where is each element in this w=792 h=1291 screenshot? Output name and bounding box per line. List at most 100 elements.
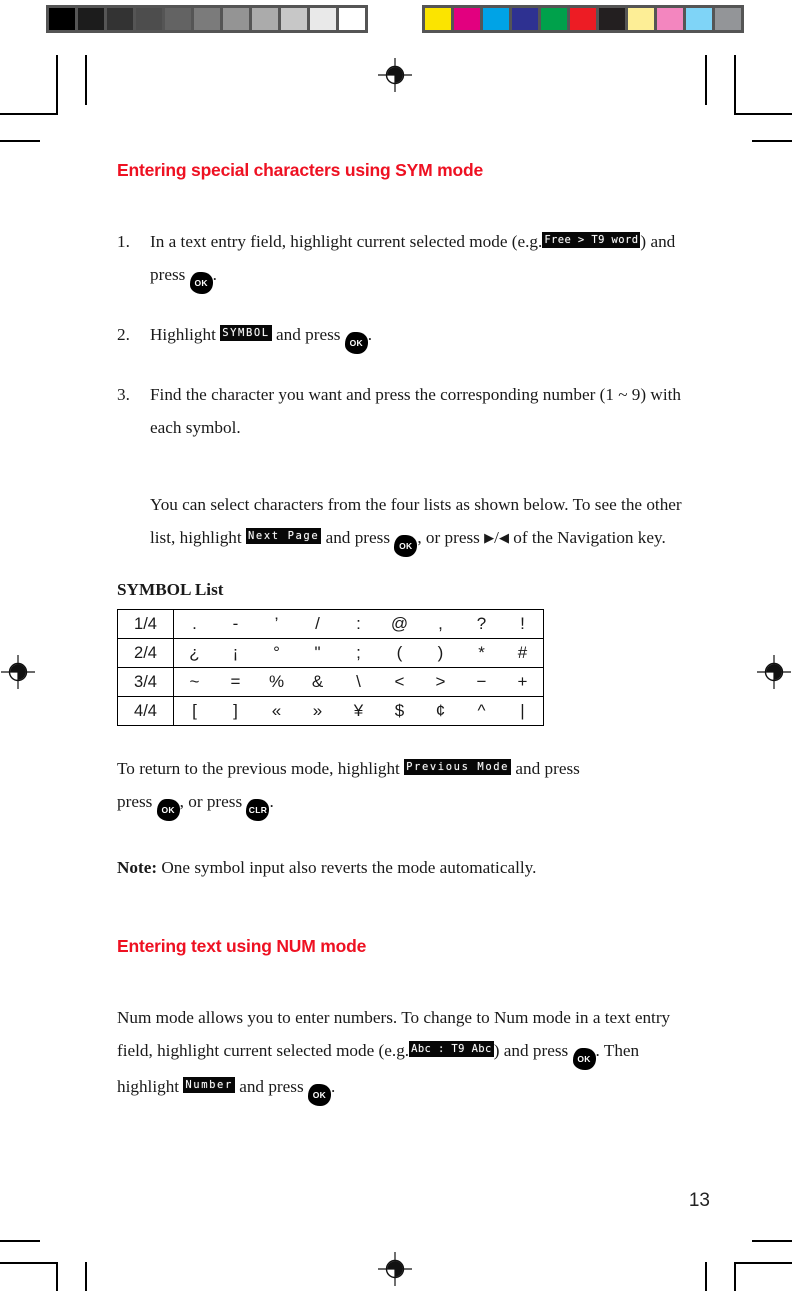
symbol-cell: ¥ [338, 696, 379, 726]
symbol-row-label: 4/4 [117, 696, 174, 726]
lcd-chip-next-page: Next Page [245, 528, 322, 544]
crop-mark-top-right-horizontal [736, 113, 792, 115]
return-text-between: , or press [179, 792, 243, 811]
crop-mark-bottom-right-horizontal [736, 1262, 792, 1264]
symbol-cell: " [297, 638, 338, 668]
color-patch [512, 8, 538, 30]
symbol-row-label: 3/4 [117, 667, 174, 697]
symbol-table-row: 1/4. - ’ /: @,?! [117, 609, 544, 639]
sym-mode-step-list: 1. In a text entry field, highlight curre… [117, 225, 687, 444]
grayscale-patch [310, 8, 336, 30]
lcd-chip-number: Number [183, 1077, 235, 1093]
num-text-after: . [330, 1077, 336, 1096]
color-patch [454, 8, 480, 30]
symbol-cell: @ [390, 614, 409, 633]
symbol-cell: [ [173, 696, 215, 726]
symbol-cell: * [461, 638, 502, 668]
note-paragraph: Note: One symbol input also reverts the … [117, 851, 687, 884]
symbol-cell: $ [379, 696, 420, 726]
grayscale-patch [136, 8, 162, 30]
symbol-cell: ? [476, 614, 487, 633]
crop-mark-bottom-left-bleed [85, 1262, 87, 1291]
lcd-chip-previous-mode: Previous Mode [404, 759, 512, 775]
crop-mark-bottom-right-bleed-horizontal [752, 1240, 792, 1242]
key-ok-icon[interactable]: OK [572, 1048, 596, 1070]
symbol-cell: ) [420, 638, 461, 668]
lcd-chip-abc-mode: Abc : T9 Abc [409, 1041, 494, 1057]
note-label: Note: [117, 858, 158, 877]
symbol-cell: » [297, 696, 338, 726]
symbol-list-table: 1/4. - ’ /: @,?! 2/4 ¿ ¡ ° ";() * #3/4 ~ =% & \ < > − +4/4[… [117, 609, 544, 726]
symbol-cell: # [502, 638, 544, 668]
symbol-cell: ; [338, 638, 379, 668]
lcd-chip-symbol: SYMBOL [220, 325, 272, 341]
crop-mark-bottom-left-vertical [56, 1262, 58, 1291]
key-ok-icon[interactable]: OK [189, 272, 213, 294]
grayscale-patch [252, 8, 278, 30]
symbol-cell: > [420, 667, 461, 697]
key-ok-icon[interactable]: OK [394, 535, 418, 557]
heading-sym-mode: Entering special characters using SYM mo… [117, 160, 484, 180]
crop-mark-top-left-vertical [56, 55, 58, 115]
crop-mark-top-right-bleed-horizontal [752, 140, 792, 142]
four-lists-line3-before: press [444, 528, 480, 547]
key-ok-icon[interactable]: OK [156, 799, 180, 821]
step-item-2: 2. Highlight SYMBOL and press OK. [117, 318, 687, 354]
document-page: Entering special characters using SYM mo… [0, 0, 792, 1291]
key-clr-icon[interactable]: CLR [246, 799, 270, 821]
symbol-cell: | [502, 696, 544, 726]
color-calibration-bar [422, 5, 744, 33]
page-number: 13 [688, 1190, 710, 1211]
paragraph-num-mode: Num mode allows you to enter numbers. To… [117, 1001, 687, 1106]
grayscale-patch [339, 8, 365, 30]
grayscale-patch [281, 8, 307, 30]
color-patch [570, 8, 596, 30]
symbol-cell: \ [338, 667, 379, 697]
registration-target-bottom-icon [378, 1252, 412, 1286]
color-patch [657, 8, 683, 30]
symbol-cell: % [256, 667, 297, 697]
symbol-cell: : [356, 614, 361, 633]
symbol-table-row: 4/4[] «» ¥ $ ¢ ^ | [117, 696, 544, 726]
crop-mark-bottom-left-bleed-horizontal [0, 1240, 40, 1242]
grayscale-patch [107, 8, 133, 30]
symbol-cell: = [215, 667, 256, 697]
grayscale-patch [223, 8, 249, 30]
symbol-cell: , [438, 614, 443, 633]
num-text-middle1: ) and press [493, 1041, 569, 1060]
note-text: One symbol input also reverts the mode a… [161, 858, 537, 877]
paragraph-four-lists: You can select characters from the four … [117, 488, 687, 557]
symbol-cell: ! [520, 614, 525, 633]
symbol-list-title: SYMBOL List [117, 580, 224, 599]
grayscale-patch [165, 8, 191, 30]
return-text-after: . [269, 792, 274, 811]
key-ok-icon[interactable]: OK [344, 332, 368, 354]
symbol-cell: ¡ [215, 638, 256, 668]
num-text-middle3: and press [239, 1077, 304, 1096]
symbol-cell: . [192, 614, 197, 633]
step-1-text-after: . [212, 265, 217, 284]
color-patch [628, 8, 654, 30]
step-number-1: 1. [117, 232, 130, 251]
registration-target-top-icon [378, 58, 412, 92]
four-lists-line2-after: , or [417, 528, 441, 547]
four-lists-line3-after: of the Navigation key. [513, 528, 666, 547]
registration-target-right-icon [757, 655, 791, 689]
four-lists-line1: You can select characters from the four … [150, 495, 569, 514]
symbol-table-row: 2/4 ¿ ¡ ° ";() * # [117, 638, 544, 668]
symbol-cell: & [297, 667, 338, 697]
key-ok-icon[interactable]: OK [307, 1084, 331, 1106]
symbol-cell: < [379, 667, 420, 697]
symbol-cell: ~ [173, 667, 215, 697]
step-item-3: 3. Find the character you want and press … [117, 378, 687, 444]
crop-mark-bottom-right-vertical [734, 1262, 736, 1291]
symbol-table-body: 1/4. - ’ /: @,?! 2/4 ¿ ¡ ° ";() * #3/4 ~ =% & \ < > − +4/4[… [117, 609, 544, 726]
symbol-cell: − [461, 667, 502, 697]
grayscale-patch [194, 8, 220, 30]
grayscale-patch [49, 8, 75, 30]
step-2-text-after: . [367, 325, 373, 344]
symbol-cell: ] [215, 696, 256, 726]
symbol-cell: + [502, 667, 544, 697]
navigation-right-arrow-icon: ▶ [484, 530, 495, 545]
navigation-left-arrow-icon: ◀ [498, 530, 509, 545]
